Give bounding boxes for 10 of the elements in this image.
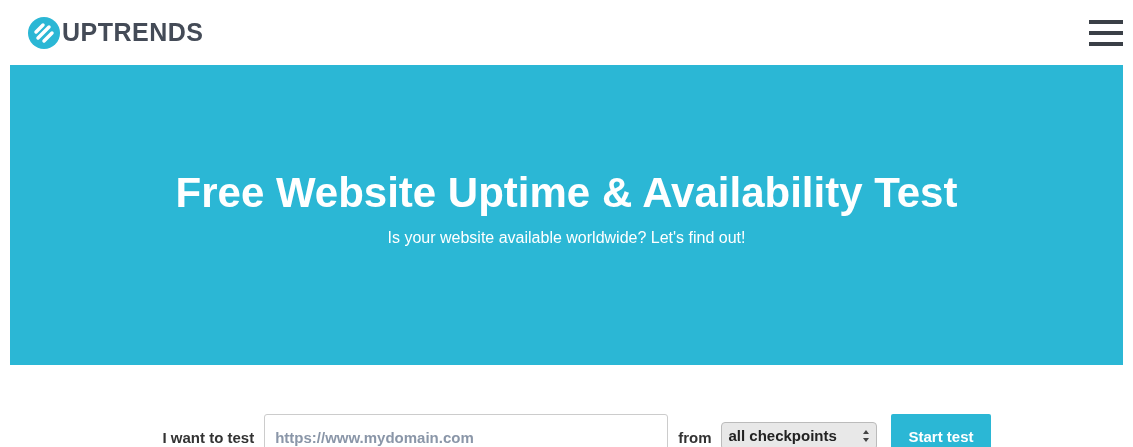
logo-text: UPTRENDS: [62, 16, 204, 48]
test-label: I want to test: [162, 428, 255, 447]
checkpoints-select[interactable]: all checkpoints: [721, 422, 878, 447]
hero-subtitle: Is your website available worldwide? Let's find out!: [387, 228, 746, 248]
logo-icon: [28, 16, 60, 49]
updown-icon: [862, 429, 871, 443]
hero-title: Free Website Uptime & Availability Test: [175, 168, 958, 218]
from-label: from: [678, 428, 712, 447]
url-field[interactable]: https://www.mydomain.com: [264, 414, 669, 447]
menu-icon[interactable]: [1089, 19, 1123, 46]
